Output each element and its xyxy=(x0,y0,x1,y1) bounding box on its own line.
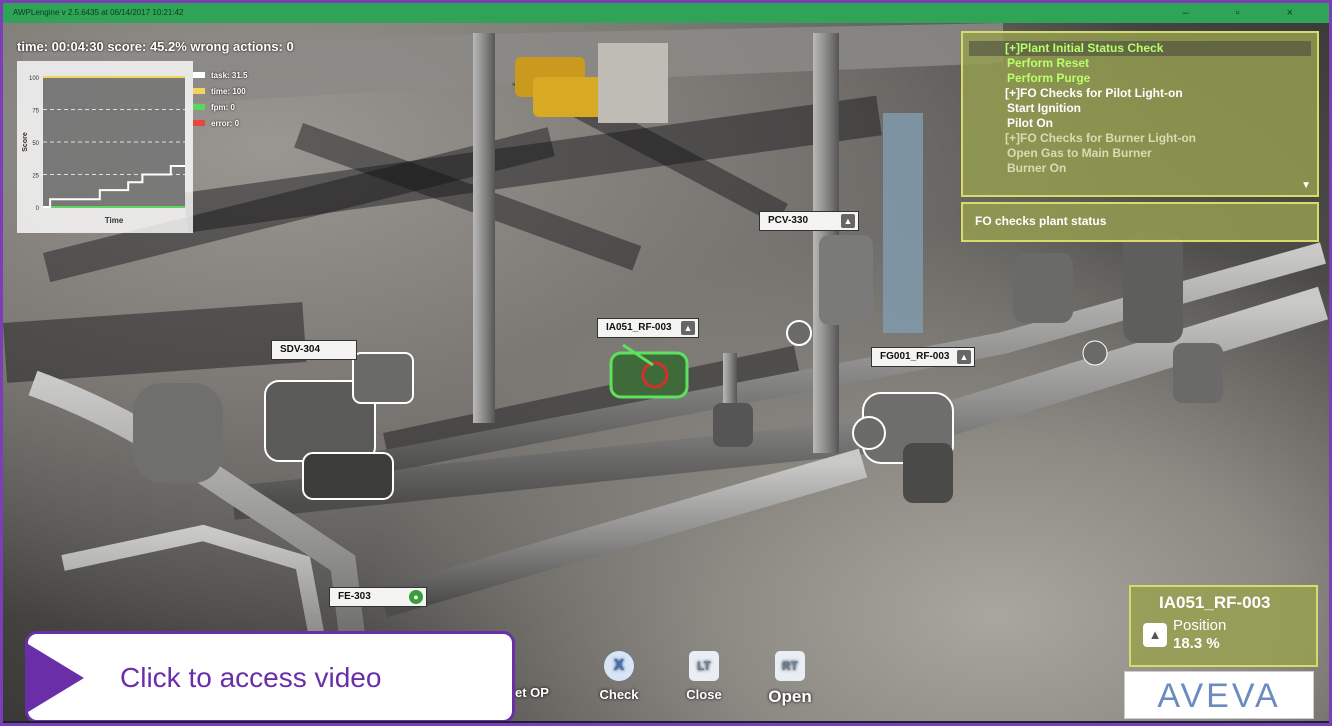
video-link-button[interactable]: Click to access video xyxy=(25,631,515,723)
valve-icon: ▲ xyxy=(957,350,971,364)
video-link-text: Click to access video xyxy=(120,662,382,693)
open-label: Open xyxy=(768,687,812,706)
tag-pcv-330[interactable]: PCV-330 ▲ xyxy=(759,211,859,231)
lt-trigger-icon: LT xyxy=(689,651,719,681)
procedure-item[interactable]: [+]FO Checks for Burner Light-on xyxy=(969,131,1311,146)
procedure-item[interactable]: [+]Plant Initial Status Check xyxy=(969,41,1311,56)
score-chart-svg: 0 25 50 75 100 Time Score xyxy=(22,76,185,225)
tag-label: PCV-330 xyxy=(768,215,809,226)
play-icon xyxy=(28,644,84,712)
rt-trigger-icon: RT xyxy=(775,651,805,681)
procedure-panel[interactable]: [+]Plant Initial Status Check Perform Res… xyxy=(961,31,1319,197)
open-action[interactable]: RT Open xyxy=(763,651,817,707)
tag-label: IA051_RF-003 xyxy=(606,322,672,333)
procedure-item[interactable]: Perform Reset xyxy=(969,56,1311,71)
tag-sdv-304[interactable]: SDV-304 xyxy=(271,340,357,360)
x-button-icon: X xyxy=(604,651,634,681)
position-value: 18.3 % xyxy=(1173,635,1220,652)
legend-label: fpm: 0 xyxy=(211,102,235,112)
check-label: Check xyxy=(599,687,639,702)
position-label: Position xyxy=(1173,617,1227,634)
score-chart: 0 25 50 75 100 Time Score xyxy=(17,61,193,233)
tag-label: FG001_RF-003 xyxy=(880,351,950,362)
game-viewport[interactable]: AWPLengine v 2.5.6435 at 06/14/2017 10:2… xyxy=(0,0,1332,726)
procedure-item[interactable]: Pilot On xyxy=(969,116,1311,131)
hud-stats: time: 00:04:30 score: 45.2% wrong action… xyxy=(17,39,294,54)
valve-icon: ▲ xyxy=(1143,623,1167,647)
y-tick-label: 100 xyxy=(29,76,40,82)
tag-label: SDV-304 xyxy=(280,344,321,355)
set-op-action-label[interactable]: et OP xyxy=(515,685,549,700)
y-tick-label: 25 xyxy=(32,174,39,180)
procedure-list: [+]Plant Initial Status Check Perform Res… xyxy=(969,41,1311,176)
legend-entry: fpm: 0 xyxy=(193,99,247,115)
valve-icon: ▲ xyxy=(841,214,855,228)
y-tick-label: 0 xyxy=(36,206,40,212)
valve-icon: ▲ xyxy=(681,321,695,335)
window-controls[interactable]: – ▫ × xyxy=(1182,3,1315,23)
taskbar xyxy=(3,721,1329,723)
window-titlebar[interactable]: AWPLengine v 2.5.6435 at 06/14/2017 10:2… xyxy=(3,3,1329,23)
legend-swatch xyxy=(193,104,205,110)
chart-legend: task: 31.5 time: 100 fpm: 0 error: 0 xyxy=(193,67,247,131)
legend-label: error: 0 xyxy=(211,118,240,128)
procedure-item[interactable]: Open Gas to Main Burner xyxy=(969,146,1311,161)
legend-entry: error: 0 xyxy=(193,115,247,131)
legend-entry: task: 31.5 xyxy=(193,67,247,83)
logo-text: AVEVA xyxy=(1157,677,1281,715)
legend-swatch xyxy=(193,72,205,78)
selected-valve-info: IA051_RF-003 ▲ Position 18.3 % xyxy=(1129,585,1318,667)
tag-fg001-rf-003[interactable]: FG001_RF-003 ▲ xyxy=(871,347,975,367)
close-action[interactable]: LT Close xyxy=(679,651,729,702)
procedure-item[interactable]: Start Ignition xyxy=(969,101,1311,116)
legend-swatch xyxy=(193,88,205,94)
tag-label: FE-303 xyxy=(338,591,371,602)
procedure-item[interactable]: [+]FO Checks for Pilot Light-on xyxy=(969,86,1311,101)
procedure-item[interactable]: Perform Purge xyxy=(969,71,1311,86)
y-tick-label: 50 xyxy=(32,141,39,147)
tag-fe-303[interactable]: FE-303 ● xyxy=(329,587,427,607)
y-tick-label: 75 xyxy=(32,109,39,115)
status-text: FO checks plant status xyxy=(975,214,1107,228)
scroll-down-icon[interactable]: ▼ xyxy=(1301,180,1311,191)
aveva-logo: AVEVA xyxy=(1124,671,1314,719)
legend-label: time: 100 xyxy=(211,86,246,96)
legend-swatch xyxy=(193,120,205,126)
window-title: AWPLengine v 2.5.6435 at 06/14/2017 10:2… xyxy=(13,8,184,17)
check-action[interactable]: X Check xyxy=(599,651,639,702)
close-label: Close xyxy=(686,687,722,702)
x-axis-label: Time xyxy=(105,216,124,225)
tag-ia051-rf-003[interactable]: IA051_RF-003 ▲ xyxy=(597,318,699,338)
legend-entry: time: 100 xyxy=(193,83,247,99)
procedure-item[interactable]: Burner On xyxy=(969,161,1311,176)
status-panel: FO checks plant status xyxy=(961,202,1319,242)
y-axis-label: Score xyxy=(22,132,29,152)
legend-label: task: 31.5 xyxy=(211,70,248,80)
valve-name: IA051_RF-003 xyxy=(1159,593,1271,612)
status-ok-icon: ● xyxy=(409,590,423,604)
